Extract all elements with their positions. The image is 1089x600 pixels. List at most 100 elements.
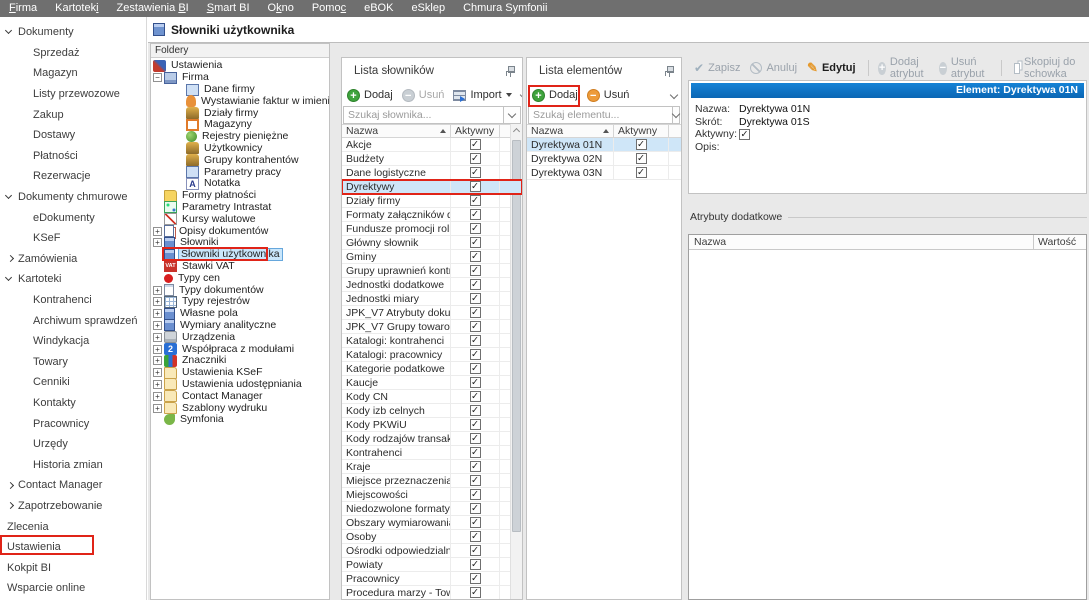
sidebar-item-pracownicy[interactable]: Pracownicy xyxy=(0,413,146,434)
sidebar-item-archiwum-sprawdzen[interactable]: Archiwum sprawdzeń xyxy=(0,310,146,331)
checkbox-checked[interactable]: ✓ xyxy=(470,461,481,472)
attribute-column-value[interactable]: Wartość xyxy=(1034,235,1086,249)
checkbox-checked[interactable]: ✓ xyxy=(470,391,481,402)
checkbox-checked[interactable]: ✓ xyxy=(470,559,481,570)
checkbox-checked[interactable]: ✓ xyxy=(470,335,481,346)
table-row-dzialy-firmy[interactable]: Działy firmy✓ xyxy=(342,194,522,208)
menu-item-pomoc[interactable]: Pomoc xyxy=(303,0,355,17)
menu-item-zestawienia-bi[interactable]: Zestawienia BI xyxy=(108,0,198,17)
table-row-kody-pkwiu[interactable]: Kody PKWiU✓ xyxy=(342,418,522,432)
table-row-kraje[interactable]: Kraje✓ xyxy=(342,460,522,474)
pin-icon[interactable] xyxy=(506,66,516,77)
table-row-kody-izb-celnych[interactable]: Kody izb celnych✓ xyxy=(342,404,522,418)
table-row-miejsce-przeznaczenia[interactable]: Miejsce przeznaczenia✓ xyxy=(342,474,522,488)
checkbox-checked[interactable]: ✓ xyxy=(470,503,481,514)
table-row-jpk-v7-grupy-towarowe[interactable]: JPK_V7 Grupy towarowe✓ xyxy=(342,320,522,334)
column-header-active[interactable]: Aktywny xyxy=(451,125,500,137)
checkbox-checked[interactable]: ✓ xyxy=(470,517,481,528)
checkbox-checked[interactable]: ✓ xyxy=(470,307,481,318)
table-row-kategorie-podatkowe[interactable]: Kategorie podatkowe✓ xyxy=(342,362,522,376)
tree-item-firma[interactable]: −Firma xyxy=(153,72,329,84)
checkbox-checked[interactable]: ✓ xyxy=(470,181,481,192)
table-row-dane-logistyczne[interactable]: Dane logistyczne✓ xyxy=(342,166,522,180)
checkbox-checked[interactable]: ✓ xyxy=(470,293,481,304)
checkbox-checked[interactable]: ✓ xyxy=(636,167,647,178)
menu-item-firma[interactable]: Firma xyxy=(0,0,46,17)
disabled-usun-atrybut-button[interactable]: −Usuń atrybut xyxy=(939,56,990,80)
sidebar-item-dostawy[interactable]: Dostawy xyxy=(0,125,146,146)
expander-plus-icon[interactable]: + xyxy=(153,309,162,318)
sidebar-item-zlecenia[interactable]: Zlecenia xyxy=(0,516,146,537)
element-search-dropdown-button[interactable] xyxy=(673,106,680,124)
elements-toolbar-overflow-button[interactable] xyxy=(671,89,677,101)
tree-item-wymiary-analityczne[interactable]: +Wymiary analityczne xyxy=(153,320,329,332)
tree-item-formy-platnosci[interactable]: Formy płatności xyxy=(153,190,329,202)
tree-item-parametry-pracy[interactable]: Parametry pracy xyxy=(153,166,329,178)
sidebar-item-zakup[interactable]: Zakup xyxy=(0,104,146,125)
dictionary-search-dropdown-button[interactable] xyxy=(504,106,521,124)
tree-item-ustawienia-udostepniania[interactable]: +Ustawienia udostępniania xyxy=(153,379,329,391)
checkbox-checked[interactable]: ✓ xyxy=(470,223,481,234)
tree-item-wlasne-pola[interactable]: +Własne pola xyxy=(153,308,329,320)
sidebar-item-urzedy[interactable]: Urzędy xyxy=(0,434,146,455)
table-row-niedozwolone-formaty-za[interactable]: Niedozwolone formaty za...✓ xyxy=(342,502,522,516)
checkbox-checked[interactable]: ✓ xyxy=(470,489,481,500)
menu-item-chmura-symfonii[interactable]: Chmura Symfonii xyxy=(454,0,556,17)
tree-item-symfonia[interactable]: Symfonia xyxy=(153,414,329,426)
table-row-osrodki-odpowiedzialnosci[interactable]: Ośrodki odpowiedzialności✓ xyxy=(342,544,522,558)
tree-item-contact-manager[interactable]: +Contact Manager xyxy=(153,390,329,402)
table-row-kody-cn[interactable]: Kody CN✓ xyxy=(342,390,522,404)
menu-item-kartoteki[interactable]: Kartoteki xyxy=(46,0,107,17)
menu-item-ebok[interactable]: eBOK xyxy=(355,0,402,17)
table-row-budzety[interactable]: Budżety✓ xyxy=(342,152,522,166)
sidebar-item-listy-przewozowe[interactable]: Listy przewozowe xyxy=(0,84,146,105)
disabled-dodaj-atrybut-button[interactable]: +Dodaj atrybut xyxy=(878,56,929,80)
tree-item-wystawianie-faktur-w-imieniu[interactable]: Wystawianie faktur w imieniu xyxy=(153,95,329,107)
tree-item-ustawienia[interactable]: Ustawienia xyxy=(153,60,329,72)
expander-plus-icon[interactable]: + xyxy=(153,368,162,377)
sidebar-item-dokumenty-chmurowe[interactable]: Dokumenty chmurowe xyxy=(0,187,146,208)
menu-item-okno[interactable]: Okno xyxy=(259,0,303,17)
menu-item-esklep[interactable]: eSklep xyxy=(402,0,454,17)
column-header-active[interactable]: Aktywny xyxy=(614,125,669,137)
dictionaries-toolbar-overflow-button[interactable] xyxy=(521,89,523,101)
sidebar-item-kontrahenci[interactable]: Kontrahenci xyxy=(0,290,146,311)
sidebar-item-sprzedaz[interactable]: Sprzedaż xyxy=(0,43,146,64)
checkbox-checked[interactable]: ✓ xyxy=(470,167,481,178)
table-row-kaucje[interactable]: Kaucje✓ xyxy=(342,376,522,390)
sidebar-item-cenniki[interactable]: Cenniki xyxy=(0,372,146,393)
sidebar-item-platnosci[interactable]: Płatności xyxy=(0,146,146,167)
attribute-column-name[interactable]: Nazwa xyxy=(689,235,1034,249)
checkbox-checked[interactable]: ✓ xyxy=(470,447,481,458)
checkbox-checked[interactable]: ✓ xyxy=(470,321,481,332)
expander-plus-icon[interactable]: + xyxy=(153,392,162,401)
sidebar-item-historia-zmian[interactable]: Historia zmian xyxy=(0,454,146,475)
expander-plus-icon[interactable]: + xyxy=(153,238,162,247)
remove-element-button[interactable]: − Usuń xyxy=(587,89,630,102)
tree-item-slowniki-uzytkownika[interactable]: Słowniki użytkownika xyxy=(153,249,329,261)
table-row-procedura-marzy-towary[interactable]: Procedura marzy - Towary✓ xyxy=(342,586,522,599)
checkbox-checked[interactable]: ✓ xyxy=(470,405,481,416)
table-row-grupy-uprawnien-kontrah[interactable]: Grupy uprawnień kontrah...✓ xyxy=(342,264,522,278)
expander-minus-icon[interactable]: − xyxy=(153,73,162,82)
checkbox-checked[interactable]: ✓ xyxy=(470,139,481,150)
sidebar-item-kontakty[interactable]: Kontakty xyxy=(0,393,146,414)
remove-dictionary-button[interactable]: − Usuń xyxy=(402,89,445,102)
checkbox-checked[interactable]: ✓ xyxy=(470,433,481,444)
dictionary-search-input[interactable] xyxy=(343,106,504,124)
tree-item-uzytkownicy[interactable]: Użytkownicy xyxy=(153,143,329,155)
tree-item-wspolpraca-z-modulami[interactable]: +2Współpraca z modułami xyxy=(153,343,329,355)
sidebar-item-rezerwacje[interactable]: Rezerwacje xyxy=(0,166,146,187)
table-row-jednostki-dodatkowe[interactable]: Jednostki dodatkowe✓ xyxy=(342,278,522,292)
table-row-jednostki-miary[interactable]: Jednostki miary✓ xyxy=(342,292,522,306)
checkbox-checked[interactable]: ✓ xyxy=(470,419,481,430)
disabled-skopiuj-do-schowka-button[interactable]: Skopiuj do schowka xyxy=(1012,56,1079,80)
expander-plus-icon[interactable]: + xyxy=(153,345,162,354)
sidebar-item-kokpit-bi[interactable]: Kokpit BI xyxy=(0,557,146,578)
expander-plus-icon[interactable]: + xyxy=(153,286,162,295)
tree-item-typy-cen[interactable]: Typy cen xyxy=(153,272,329,284)
checkbox-checked[interactable]: ✓ xyxy=(470,251,481,262)
tree-item-szablony-wydruku[interactable]: +Szablony wydruku xyxy=(153,402,329,414)
sidebar-item-towary[interactable]: Towary xyxy=(0,352,146,373)
checkbox-checked[interactable]: ✓ xyxy=(636,153,647,164)
